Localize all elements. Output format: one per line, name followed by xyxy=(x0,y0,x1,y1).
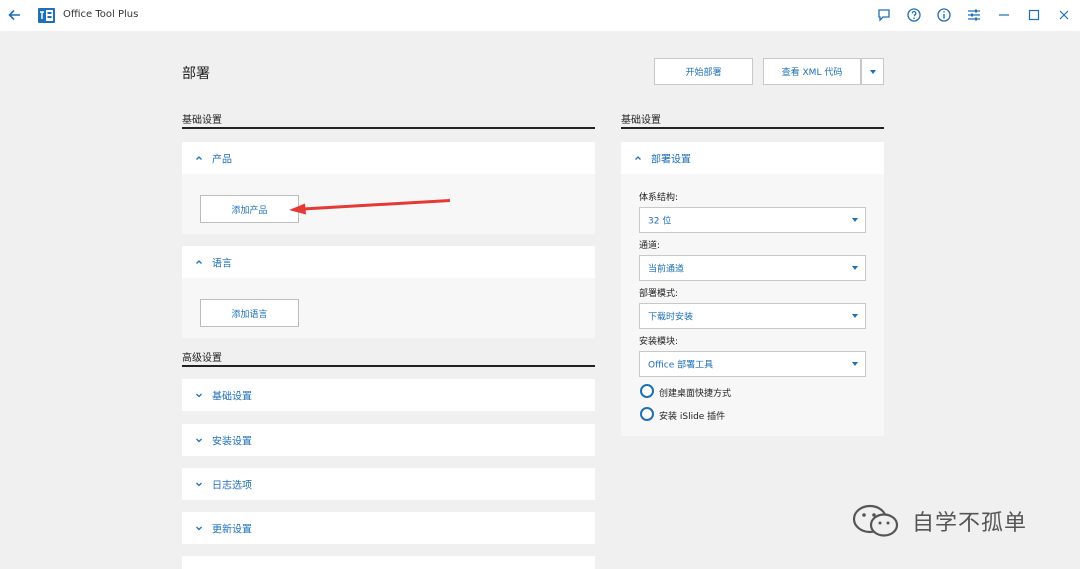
app-title: Office Tool Plus xyxy=(63,9,139,20)
product-panel-label: 产品 xyxy=(212,154,232,166)
close-icon[interactable] xyxy=(1056,7,1072,23)
title-bar: Office Tool Plus xyxy=(0,0,1080,31)
islide-plugin-radio[interactable] xyxy=(640,407,654,421)
view-xml-dropdown-button[interactable] xyxy=(861,58,884,85)
chevron-down-icon xyxy=(196,526,202,531)
log-options-item[interactable]: 日志选项 xyxy=(182,468,595,500)
advanced-item-partial[interactable] xyxy=(182,556,595,569)
deploy-mode-value: 下载时安装 xyxy=(648,312,694,323)
islide-plugin-label: 安装 iSlide 插件 xyxy=(659,412,726,422)
annotation-arrow xyxy=(289,199,451,215)
chevron-down-icon xyxy=(852,266,858,270)
advanced-item-label: 基础设置 xyxy=(212,391,252,403)
chevron-down-icon xyxy=(852,362,858,366)
help-icon[interactable] xyxy=(906,7,922,23)
advanced-basic-settings-item[interactable]: 基础设置 xyxy=(182,379,595,411)
app-logo-icon xyxy=(38,8,55,23)
deploy-settings-panel-header[interactable]: 部署设置 xyxy=(621,142,884,174)
chevron-down-icon xyxy=(852,314,858,318)
chevron-down-icon xyxy=(196,482,202,487)
advanced-item-label: 更新设置 xyxy=(212,524,252,536)
install-module-label: 安装模块: xyxy=(639,337,679,347)
divider xyxy=(621,127,884,129)
architecture-value: 32 位 xyxy=(648,216,672,227)
view-xml-button[interactable]: 查看 XML 代码 xyxy=(763,58,861,85)
minimize-icon[interactable] xyxy=(996,7,1012,23)
advanced-settings-heading: 高级设置 xyxy=(182,353,222,364)
right-basic-settings-heading: 基础设置 xyxy=(621,115,661,126)
install-settings-item[interactable]: 安装设置 xyxy=(182,424,595,456)
chevron-down-icon xyxy=(852,218,858,222)
back-arrow-icon[interactable] xyxy=(6,6,24,24)
basic-settings-heading: 基础设置 xyxy=(182,115,222,126)
architecture-select[interactable]: 32 位 xyxy=(639,207,866,233)
feedback-icon[interactable] xyxy=(876,7,892,23)
deploy-settings-label: 部署设置 xyxy=(651,154,691,166)
language-panel-label: 语言 xyxy=(212,258,232,270)
chevron-up-icon xyxy=(196,260,202,264)
watermark-text: 自学不孤单 xyxy=(912,511,1028,536)
wechat-icon xyxy=(852,504,899,537)
divider xyxy=(182,127,595,129)
deploy-mode-select[interactable]: 下载时安装 xyxy=(639,303,866,329)
language-panel-header[interactable]: 语言 xyxy=(182,246,595,278)
add-language-button[interactable]: 添加语言 xyxy=(200,299,299,327)
desktop-shortcut-radio[interactable] xyxy=(640,384,654,398)
divider xyxy=(182,365,595,367)
maximize-icon[interactable] xyxy=(1026,7,1042,23)
chevron-down-icon xyxy=(196,438,202,443)
channel-select[interactable]: 当前通道 xyxy=(639,255,866,281)
start-deploy-button[interactable]: 开始部署 xyxy=(654,58,753,85)
chevron-down-icon xyxy=(869,69,876,74)
install-module-value: Office 部署工具 xyxy=(648,360,714,371)
advanced-item-label: 安装设置 xyxy=(212,436,252,448)
install-module-select[interactable]: Office 部署工具 xyxy=(639,351,866,377)
channel-label: 通道: xyxy=(639,241,661,251)
desktop-shortcut-label: 创建桌面快捷方式 xyxy=(659,389,732,399)
advanced-item-label: 日志选项 xyxy=(212,480,252,492)
update-settings-item[interactable]: 更新设置 xyxy=(182,512,595,544)
chevron-up-icon xyxy=(635,156,641,160)
chevron-down-icon xyxy=(196,393,202,398)
chevron-up-icon xyxy=(196,156,202,160)
deploy-mode-label: 部署模式: xyxy=(639,289,679,299)
info-icon[interactable] xyxy=(936,7,952,23)
settings-sliders-icon[interactable] xyxy=(966,7,982,23)
architecture-label: 体系结构: xyxy=(639,193,679,203)
product-panel-header[interactable]: 产品 xyxy=(182,142,595,174)
page-title: 部署 xyxy=(182,66,210,82)
channel-value: 当前通道 xyxy=(648,264,685,275)
